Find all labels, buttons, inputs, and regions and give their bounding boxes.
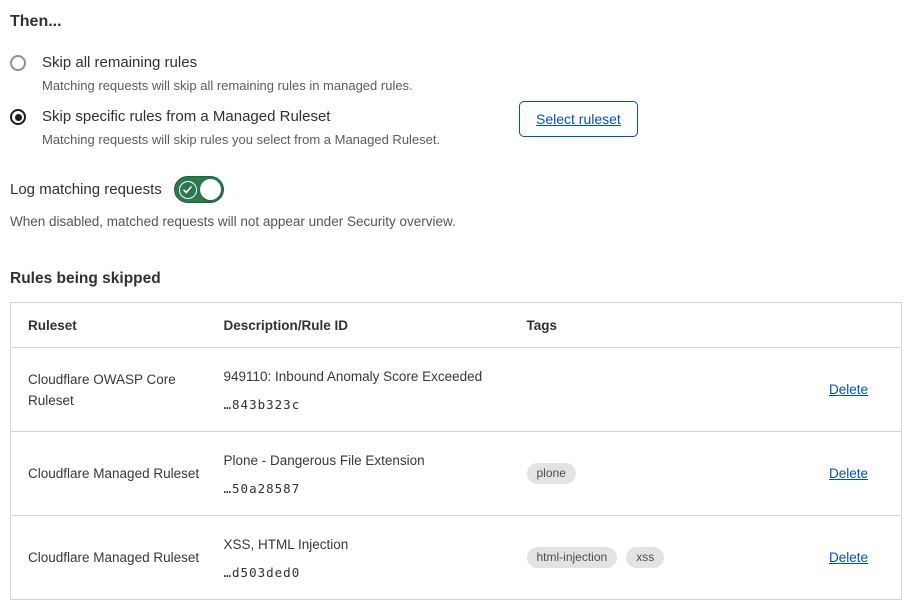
column-header-tags: Tags [526, 303, 752, 348]
radio-skip-all-rules[interactable] [10, 55, 26, 71]
column-header-description-rule-id: Description/Rule ID [223, 303, 526, 348]
table-row: Cloudflare Managed Ruleset Plone - Dange… [11, 432, 902, 516]
row-ruleset: Cloudflare Managed Ruleset [28, 463, 200, 484]
row-ruleset: Cloudflare Managed Ruleset [28, 547, 200, 568]
description-cell: Plone - Dangerous File Extension …50a285… [223, 432, 526, 516]
column-header-ruleset: Ruleset [11, 303, 223, 348]
select-ruleset-button[interactable]: Select ruleset [519, 101, 638, 137]
option-skip-all-description: Matching requests will skip all remainin… [42, 76, 413, 96]
row-tags: html-injectionxss [527, 549, 674, 564]
row-delete-link[interactable]: Delete [829, 382, 868, 397]
tags-cell: html-injection xss [526, 516, 752, 600]
option-row-skip-specific: Skip specific rules from a Managed Rules… [10, 106, 901, 150]
tag-pill: xss [626, 547, 664, 568]
row-delete-link[interactable]: Delete [829, 550, 868, 565]
check-icon [179, 181, 197, 199]
tag-pill: plone [527, 463, 576, 484]
actions-cell: Delete [752, 348, 902, 432]
then-heading: Then... [10, 12, 901, 32]
table-header-row: Ruleset Description/Rule ID Tags [11, 303, 902, 348]
table-row: Cloudflare Managed Ruleset XSS, HTML Inj… [11, 516, 902, 600]
description-cell: 949110: Inbound Anomaly Score Exceeded …… [223, 348, 526, 432]
option-skip-all-rules: Skip all remaining rules Matching reques… [10, 52, 901, 96]
row-rule-id: …50a28587 [224, 481, 525, 496]
column-header-actions [752, 303, 902, 348]
description-cell: XSS, HTML Injection …d503ded0 [223, 516, 526, 600]
option-skip-specific-label[interactable]: Skip specific rules from a Managed Rules… [42, 106, 440, 128]
rules-being-skipped-table: Ruleset Description/Rule ID Tags Cloudfl… [10, 302, 902, 600]
ruleset-cell: Cloudflare Managed Ruleset [11, 516, 223, 600]
row-description: 949110: Inbound Anomaly Score Exceeded [224, 368, 525, 386]
radio-skip-specific-rules[interactable] [10, 109, 26, 125]
row-description: Plone - Dangerous File Extension [224, 452, 525, 470]
table-row: Cloudflare OWASP Core Ruleset 949110: In… [11, 348, 902, 432]
ruleset-cell: Cloudflare OWASP Core Ruleset [11, 348, 223, 432]
option-text: Skip specific rules from a Managed Rules… [42, 106, 440, 150]
tag-pill: html-injection [527, 547, 618, 568]
row-delete-link[interactable]: Delete [829, 466, 868, 481]
option-skip-all-label[interactable]: Skip all remaining rules [42, 52, 413, 74]
option-skip-specific-description: Matching requests will skip rules you se… [42, 130, 440, 150]
tags-cell [526, 348, 752, 432]
log-matching-helper: When disabled, matched requests will not… [10, 212, 901, 231]
row-description: XSS, HTML Injection [224, 536, 525, 554]
tags-cell: plone [526, 432, 752, 516]
log-matching-label: Log matching requests [10, 181, 162, 198]
actions-cell: Delete [752, 432, 902, 516]
option-skip-specific-rules: Skip specific rules from a Managed Rules… [10, 106, 519, 150]
ruleset-cell: Cloudflare Managed Ruleset [11, 432, 223, 516]
log-matching-row: Log matching requests [10, 176, 901, 203]
row-rule-id: …d503ded0 [224, 565, 525, 580]
option-text: Skip all remaining rules Matching reques… [42, 52, 413, 96]
waf-rule-action-panel: Then... Skip all remaining rules Matchin… [0, 0, 911, 600]
row-ruleset: Cloudflare OWASP Core Ruleset [28, 369, 200, 411]
row-tags: plone [527, 465, 585, 480]
row-rule-id: …843b323c [224, 397, 525, 412]
rules-being-skipped-heading: Rules being skipped [10, 269, 901, 289]
actions-cell: Delete [752, 516, 902, 600]
log-matching-toggle[interactable] [174, 176, 224, 203]
rules-table-body: Cloudflare OWASP Core Ruleset 949110: In… [11, 348, 902, 600]
toggle-knob [200, 179, 221, 200]
